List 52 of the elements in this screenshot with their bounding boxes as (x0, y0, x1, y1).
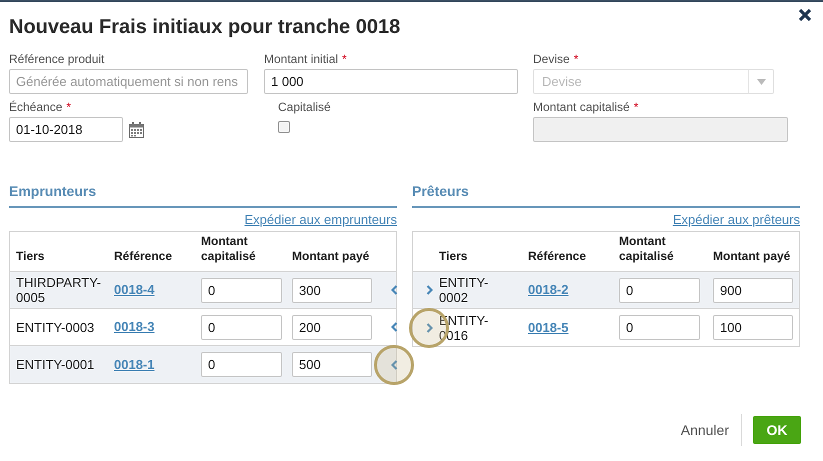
tiers-cell: THIRDPARTY-0005 (16, 275, 102, 305)
tiers-cell-text: ENTITY-0003 (16, 320, 96, 334)
amount-field[interactable]: 200 (292, 314, 372, 340)
column-header: Référence (528, 249, 588, 264)
calendar-icon[interactable] (129, 122, 144, 138)
required-mark: * (66, 98, 72, 116)
move-left-icon[interactable] (390, 285, 398, 295)
required-mark: * (574, 50, 578, 68)
column-header: Référence (114, 249, 174, 264)
amount-field[interactable]: 0 (619, 315, 700, 340)
reference-link[interactable]: 0018-5 (528, 318, 619, 338)
column-header: Montant capitalisé (201, 234, 257, 264)
amount-field[interactable]: 0 (201, 278, 282, 302)
tiers-cell-text: ENTITY-0001 (16, 357, 96, 372)
field-label: Capitalisé (278, 98, 331, 116)
field-label: Devise (533, 50, 570, 68)
section-title: Emprunteurs (9, 183, 96, 199)
send-link[interactable]: Expédier aux emprunteurs (244, 212, 397, 228)
field-label: Échéance (9, 98, 62, 116)
dropdown-caret-icon (756, 78, 766, 84)
amount-field[interactable]: 0 (201, 314, 282, 340)
move-right-icon[interactable] (426, 322, 432, 332)
amount-field[interactable]: 300 (292, 278, 372, 302)
reference-link[interactable]: 0018-3 (114, 317, 201, 337)
move-left-icon[interactable] (390, 360, 398, 370)
text-field[interactable]: 1 000 (264, 69, 518, 94)
column-header: Tiers (16, 249, 46, 264)
amount-field[interactable]: 0 (619, 278, 700, 302)
column-header: Montant capitalisé (619, 234, 675, 264)
field-label: Montant initial (264, 50, 338, 68)
field-label: Montant capitalisé (533, 98, 630, 116)
move-left-icon[interactable] (390, 322, 398, 332)
amount-field[interactable]: 900 (713, 278, 793, 302)
date-field[interactable]: 01-10-2018 (9, 117, 123, 142)
column-header: Montant payé (292, 249, 370, 264)
checkbox[interactable] (278, 121, 290, 133)
cancel-button[interactable]: Annuler (674, 416, 735, 444)
required-mark: * (342, 50, 347, 68)
amount-field[interactable]: 100 (713, 315, 793, 340)
amount-field[interactable]: 0 (201, 352, 282, 377)
tiers-cell-text: ENTITY-0002 (439, 275, 490, 305)
amount-field[interactable]: 500 (292, 352, 372, 377)
move-right-icon[interactable] (426, 285, 432, 295)
dialog-title: Nouveau Frais initiaux pour tranche 0018 (9, 15, 400, 40)
section-title: Prêteurs (412, 183, 469, 199)
field-label: Référence produit (9, 50, 104, 68)
text-field[interactable]: Générée automatiquement si non rens (9, 69, 248, 94)
column-header: Montant payé (713, 249, 792, 264)
close-icon[interactable] (798, 8, 812, 22)
required-mark: * (634, 98, 638, 116)
column-header: Tiers (439, 249, 468, 264)
send-link[interactable]: Expédier aux prêteurs (672, 212, 800, 228)
